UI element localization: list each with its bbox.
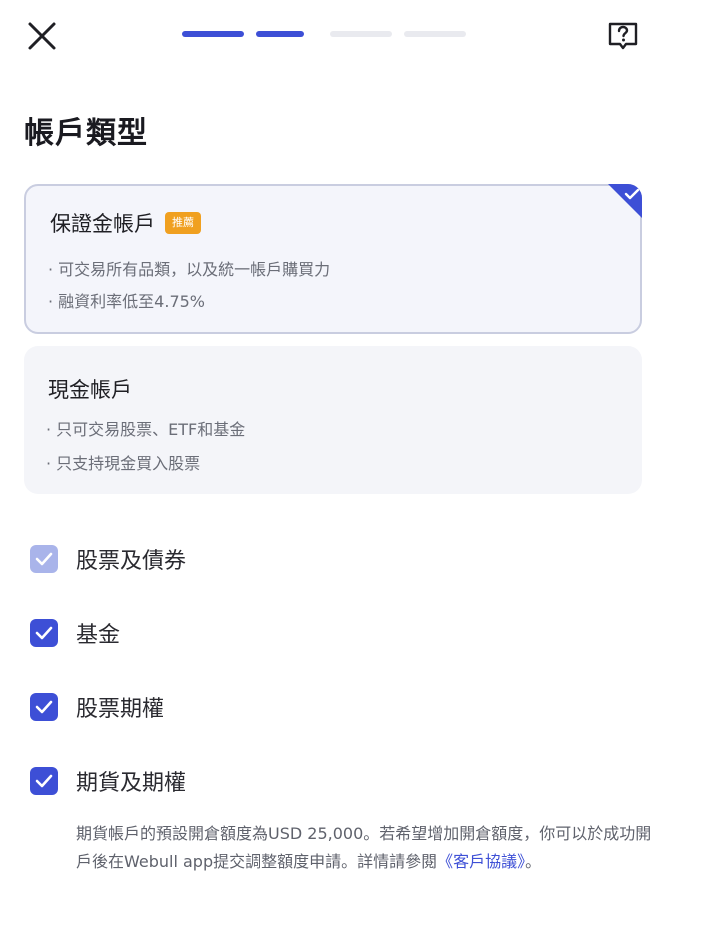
checkbox[interactable] <box>30 619 58 647</box>
checkbox-label: 期貨及期權 <box>76 771 187 796</box>
account-option-desc: · 可交易所有品類，以及統一帳戶購買力 <box>48 260 331 279</box>
checkbox[interactable] <box>30 693 58 721</box>
checkmark-icon <box>35 774 53 788</box>
selected-indicator <box>608 184 642 218</box>
help-icon <box>608 22 638 50</box>
help-button[interactable] <box>606 19 640 53</box>
recommended-badge: 推薦 <box>165 212 201 234</box>
top-bar <box>0 0 702 72</box>
card-title-row: 現金帳戶 <box>48 374 132 404</box>
account-option-cash[interactable]: 現金帳戶 · 只可交易股票、ETF和基金 · 只支持現金買入股票 <box>24 346 642 494</box>
account-option-desc: · 只可交易股票、ETF和基金 <box>46 420 246 439</box>
checkmark-icon <box>35 552 53 566</box>
product-checkbox-stock-options[interactable]: 股票期權 <box>30 691 164 723</box>
account-option-desc: · 只支持現金買入股票 <box>46 454 201 473</box>
note-suffix: 。 <box>525 852 542 871</box>
step-progress <box>182 31 472 39</box>
checkbox-label: 基金 <box>76 623 121 648</box>
product-checkbox-futures-options[interactable]: 期貨及期權 <box>30 765 186 797</box>
note-text: 期貨帳戶的預設開倉額度為USD 25,000。若希望增加開倉額度，你可以於成功開… <box>76 824 652 871</box>
progress-step-4 <box>404 31 466 37</box>
checkmark-icon <box>35 626 53 640</box>
close-icon <box>28 22 56 50</box>
checkbox-label: 股票及債券 <box>76 549 187 574</box>
account-option-margin[interactable]: 保證金帳戶 推薦 · 可交易所有品類，以及統一帳戶購買力 · 融資利率低至4.7… <box>24 184 642 334</box>
account-option-desc: · 融資利率低至4.75% <box>48 292 206 311</box>
checkmark-icon <box>624 188 640 200</box>
account-option-title: 保證金帳戶 <box>50 212 155 236</box>
progress-step-3 <box>330 31 392 37</box>
product-checkbox-stocks-bonds[interactable]: 股票及債券 <box>30 543 186 575</box>
page-title: 帳戶類型 <box>24 116 148 151</box>
card-title-row: 保證金帳戶 推薦 <box>50 208 201 238</box>
product-checkbox-funds[interactable]: 基金 <box>30 617 120 649</box>
checkmark-icon <box>35 700 53 714</box>
futures-note: 期貨帳戶的預設開倉額度為USD 25,000。若希望增加開倉額度，你可以於成功開… <box>76 820 656 876</box>
account-option-title: 現金帳戶 <box>48 378 132 402</box>
checkbox[interactable] <box>30 767 58 795</box>
checkbox-label: 股票期權 <box>76 697 165 722</box>
close-button[interactable] <box>24 18 60 54</box>
progress-step-1 <box>182 31 244 37</box>
client-agreement-link[interactable]: 《客戶協議》 <box>437 852 525 871</box>
checkbox[interactable] <box>30 545 58 573</box>
progress-step-2 <box>256 31 304 37</box>
